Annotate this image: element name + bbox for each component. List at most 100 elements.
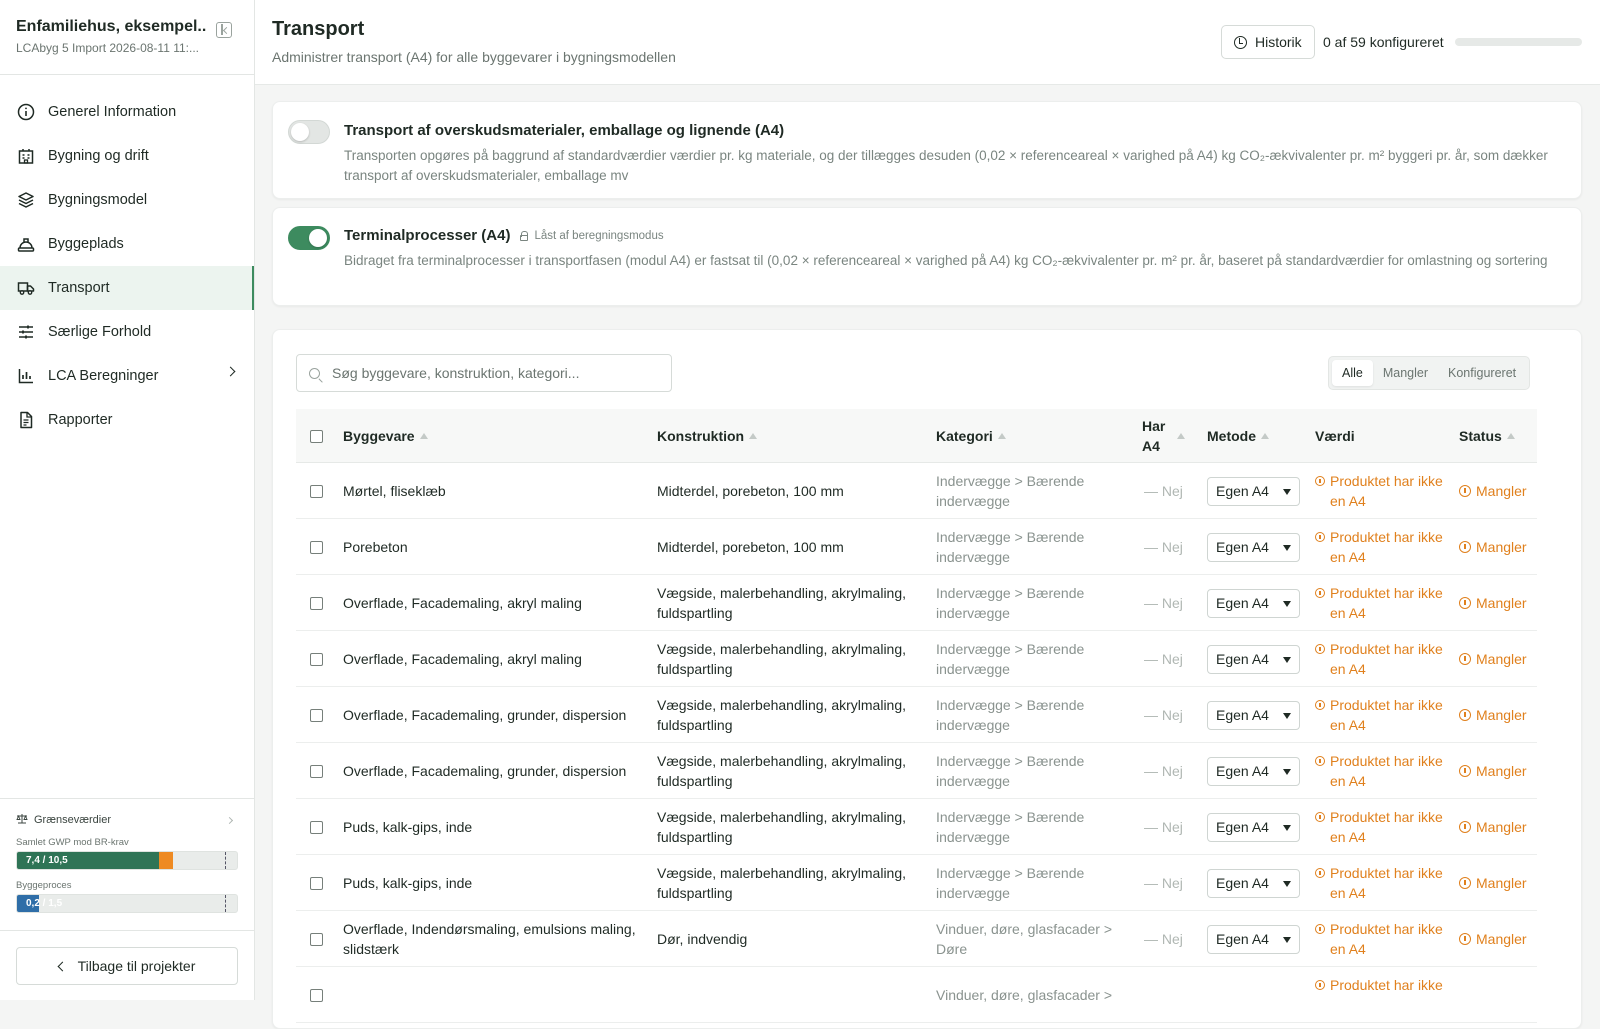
row-checkbox[interactable] — [310, 484, 323, 498]
vaerdi-text: Produktet har ikke — [1330, 977, 1443, 993]
filter-mangler[interactable]: Mangler — [1373, 360, 1438, 386]
sidebar-item-transport[interactable]: Transport — [0, 266, 254, 310]
col-status[interactable]: Status — [1459, 409, 1515, 463]
sidebar: Enfamiliehus, eksempel... LCAbyg 5 Impor… — [0, 0, 255, 1000]
sidebar-item-lca-beregninger[interactable]: LCA Beregninger — [0, 354, 254, 398]
sidebar-item-rapporter[interactable]: Rapporter — [0, 398, 254, 442]
col-konstruktion[interactable]: Konstruktion — [657, 409, 758, 463]
limits-header[interactable]: Grænseværdier — [16, 813, 238, 827]
row-checkbox[interactable] — [310, 540, 323, 554]
col-label: Kategori — [936, 428, 993, 444]
table-row[interactable]: Overflade, Facademaling, grunder, disper… — [296, 687, 1537, 743]
table-row[interactable]: Overflade, Facademaling, akryl maling Væg… — [296, 575, 1537, 631]
cell-konstruktion: Vægside, malerbehandling, akrylmaling, f… — [657, 753, 907, 789]
limit-marker — [224, 895, 226, 912]
chevron-down-icon — [1283, 712, 1291, 719]
alert-icon — [1459, 877, 1471, 889]
table-row[interactable]: Vinduer, døre, glasfacader > Produktet ha… — [296, 967, 1537, 1023]
metode-select[interactable]: Egen A4 — [1207, 868, 1300, 898]
status-badge: Mangler — [1476, 931, 1527, 947]
sidebar-item-generel-information[interactable]: Generel Information — [0, 90, 254, 134]
warning-icon — [1315, 868, 1325, 878]
status-badge: Mangler — [1476, 483, 1527, 499]
metode-select[interactable]: Egen A4 — [1207, 588, 1300, 618]
filter-alle[interactable]: Alle — [1332, 360, 1373, 386]
table-row[interactable]: Puds, kalk-gips, inde Vægside, malerbehan… — [296, 799, 1537, 855]
row-checkbox[interactable] — [310, 596, 323, 610]
toggle-card-terminal: Terminalprocesser (A4) Låst af beregning… — [272, 207, 1582, 306]
col-vaerdi: Værdi — [1315, 409, 1355, 463]
row-select-cell — [310, 799, 323, 855]
collapse-sidebar-icon[interactable] — [216, 22, 232, 38]
cell-status: Mangler — [1459, 687, 1527, 743]
col-metode[interactable]: Metode — [1207, 409, 1269, 463]
table-row[interactable]: Overflade, Facademaling, akryl maling Væg… — [296, 631, 1537, 687]
sidebar-item-label: Bygning og drift — [48, 148, 149, 164]
table-row[interactable]: Overflade, Indendørsmaling, emulsions ma… — [296, 911, 1537, 967]
metode-select[interactable]: Egen A4 — [1207, 700, 1300, 730]
alert-icon — [1459, 597, 1471, 609]
sidebar-item-byggeplads[interactable]: Byggeplads — [0, 222, 254, 266]
col-har-a4[interactable]: Har A4 — [1142, 409, 1198, 463]
toggle-title-text: Transport af overskudsmaterialer, emball… — [344, 122, 785, 139]
cell-vaerdi: Produktet har ikke en A4 — [1315, 519, 1449, 575]
project-header: Enfamiliehus, eksempel... LCAbyg 5 Impor… — [0, 0, 254, 75]
table-row[interactable]: Mørtel, fliseklæb Midterdel, porebeton, 1… — [296, 463, 1537, 519]
table-row[interactable]: Puds, kalk-gips, inde Vægside, malerbehan… — [296, 855, 1537, 911]
limits-panel: Grænseværdier Samlet GWP mod BR-krav 7,4… — [0, 798, 254, 913]
metode-value: Egen A4 — [1216, 931, 1269, 947]
cell-har-a4: — Nej — [1144, 651, 1183, 667]
search-box[interactable] — [296, 354, 672, 392]
cell-byggevare: Overflade, Facademaling, akryl maling — [343, 595, 582, 611]
row-checkbox[interactable] — [310, 652, 323, 666]
row-checkbox[interactable] — [310, 876, 323, 890]
row-checkbox[interactable] — [310, 820, 323, 834]
vaerdi-text: Produktet har ikke en A4 — [1330, 529, 1443, 565]
warning-icon — [1315, 532, 1325, 542]
status-badge: Mangler — [1476, 707, 1527, 723]
warning-icon — [1315, 588, 1325, 598]
search-icon — [309, 367, 320, 379]
config-progress-bar — [1455, 38, 1582, 46]
col-byggevare[interactable]: Byggevare — [343, 409, 428, 463]
status-badge: Mangler — [1476, 875, 1527, 891]
metode-select[interactable]: Egen A4 — [1207, 532, 1300, 562]
row-checkbox[interactable] — [310, 932, 323, 946]
table-header: Byggevare Konstruktion Kategori Har A4 M… — [296, 409, 1537, 463]
sidebar-item-bygningsmodel[interactable]: Bygningsmodel — [0, 178, 254, 222]
table-row[interactable]: Porebeton Midterdel, porebeton, 100 mm Ind… — [296, 519, 1537, 575]
sidebar-item-saerlige-forhold[interactable]: Særlige Forhold — [0, 310, 254, 354]
select-all-checkbox[interactable] — [310, 429, 323, 443]
cell-byggevare: Mørtel, fliseklæb — [343, 483, 446, 499]
chevron-down-icon — [1283, 488, 1291, 495]
search-input[interactable] — [332, 365, 652, 381]
metode-select[interactable]: Egen A4 — [1207, 644, 1300, 674]
overskud-toggle[interactable] — [288, 120, 330, 144]
terminal-toggle[interactable] — [288, 226, 330, 250]
cell-har-a4: — Nej — [1144, 539, 1183, 555]
document-icon — [16, 410, 36, 430]
metode-select[interactable]: Egen A4 — [1207, 812, 1300, 842]
sidebar-item-bygning-og-drift[interactable]: Bygning og drift — [0, 134, 254, 178]
row-checkbox[interactable] — [310, 708, 323, 722]
col-kategori[interactable]: Kategori — [936, 409, 1006, 463]
cell-vaerdi: Produktet har ikke en A4 — [1315, 463, 1449, 519]
row-checkbox[interactable] — [310, 764, 323, 778]
lock-note-text: Låst af beregningsmodus — [534, 229, 664, 242]
metode-value: Egen A4 — [1216, 595, 1269, 611]
filter-konfigureret[interactable]: Konfigureret — [1438, 360, 1526, 386]
cell-konstruktion: Vægside, malerbehandling, akrylmaling, f… — [657, 809, 907, 845]
metode-select[interactable]: Egen A4 — [1207, 756, 1300, 786]
bar-chart-icon — [16, 366, 36, 386]
chevron-down-icon — [1283, 600, 1291, 607]
metode-select[interactable]: Egen A4 — [1207, 476, 1300, 506]
col-label: Byggevare — [343, 428, 415, 444]
table-row[interactable]: Overflade, Facademaling, grunder, disper… — [296, 743, 1537, 799]
vaerdi-text: Produktet har ikke en A4 — [1330, 865, 1443, 901]
status-badge: Mangler — [1476, 763, 1527, 779]
cell-vaerdi: Produktet har ikke en A4 — [1315, 799, 1449, 855]
metode-select[interactable]: Egen A4 — [1207, 924, 1300, 954]
project-title[interactable]: Enfamiliehus, eksempel... — [16, 18, 206, 36]
historik-button[interactable]: Historik — [1221, 25, 1315, 59]
back-to-projects-button[interactable]: Tilbage til projekter — [16, 947, 238, 985]
